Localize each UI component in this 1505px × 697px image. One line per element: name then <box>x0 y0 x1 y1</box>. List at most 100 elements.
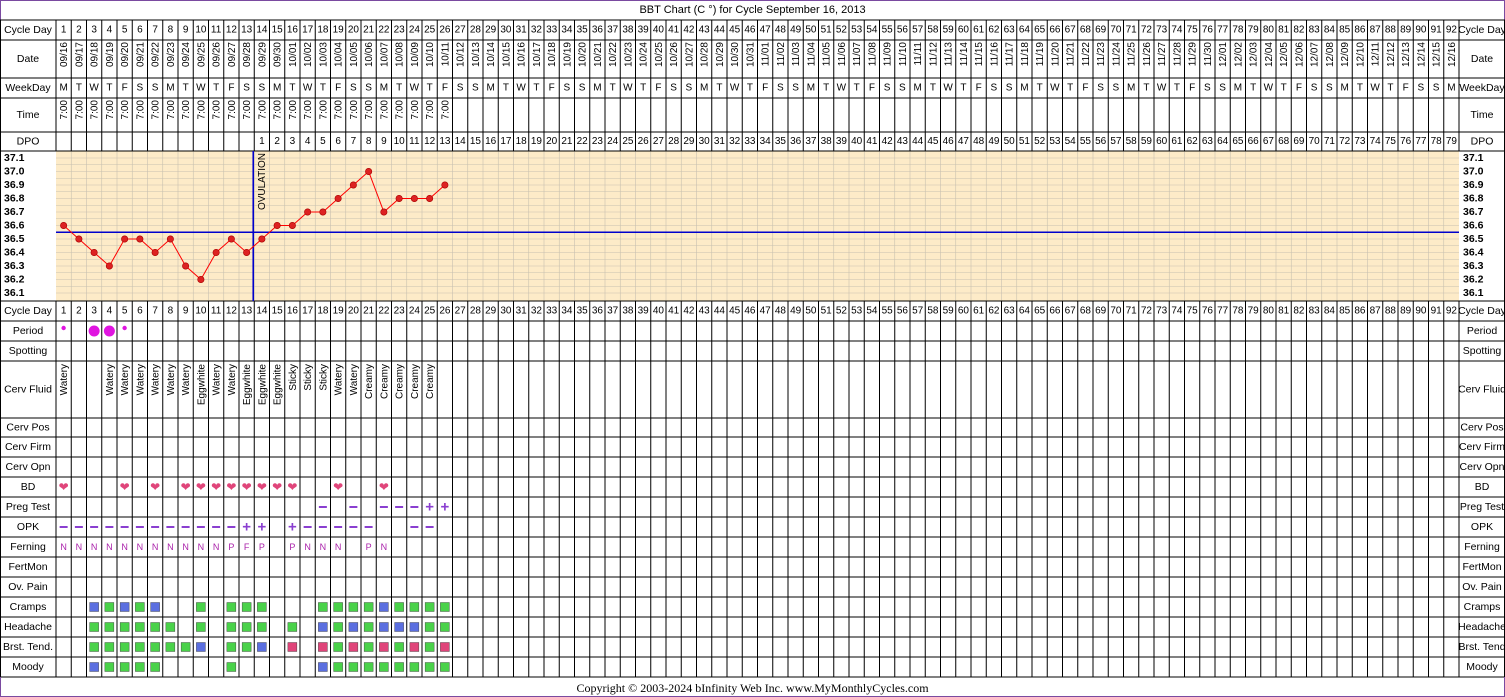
cycle-day-number: 49 <box>790 25 802 36</box>
date-label: 10/31 <box>745 42 756 67</box>
moody-mark <box>150 662 160 672</box>
row-label-right-brst_tend: Brst. Tend <box>1458 641 1505 653</box>
cycle-day-number-bottom: 68 <box>1080 306 1092 317</box>
weekday-letter: M <box>380 83 388 94</box>
breast-tenderness-mark <box>226 642 237 652</box>
dpo-number: 76 <box>1400 136 1412 147</box>
ferning-value: N <box>213 542 220 552</box>
dpo-number: 70 <box>1309 136 1321 147</box>
weekday-letter: T <box>183 83 189 94</box>
date-label: 10/06 <box>364 42 375 67</box>
time-label: 7:00 <box>288 100 299 120</box>
cerv-fluid-value: Eggwhite <box>196 364 207 406</box>
row-label-left-cramps: Cramps <box>10 601 47 613</box>
date-label: 09/26 <box>212 42 223 67</box>
time-label: 7:00 <box>135 100 146 120</box>
date-label: 12/13 <box>1401 42 1412 67</box>
opk-result: + <box>288 519 297 536</box>
cycle-day-number: 34 <box>561 25 573 36</box>
weekday-letter: S <box>350 83 357 94</box>
date-label: 12/09 <box>1340 42 1351 67</box>
dpo-number: 51 <box>1019 136 1031 147</box>
row-label-left-ov_pain: Ov. Pain <box>8 581 48 593</box>
time-label: 7:00 <box>227 100 238 120</box>
row-label-right-ov_pain: Ov. Pain <box>1462 581 1502 593</box>
row-label-left-preg_test: Preg Test <box>6 501 50 513</box>
cycle-day-number-bottom: 21 <box>363 306 375 317</box>
row-label-right-time: Time <box>1471 109 1494 121</box>
date-label: 12/05 <box>1279 42 1290 67</box>
cycle-day-number: 85 <box>1339 25 1351 36</box>
ferning-value: N <box>167 542 174 552</box>
dpo-number: 26 <box>638 136 650 147</box>
dpo-number: 63 <box>1202 136 1214 147</box>
cycle-day-number: 11 <box>211 25 222 36</box>
cramps-mark <box>119 602 130 612</box>
dpo-number: 12 <box>424 136 436 147</box>
headache-mark <box>409 622 420 632</box>
weekday-letter: W <box>623 83 633 94</box>
dpo-number: 71 <box>1324 136 1336 147</box>
cramps-mark <box>89 602 99 612</box>
temperature-point <box>166 235 174 243</box>
headache-mark <box>287 622 298 632</box>
bd-heart-icon: ❤ <box>211 480 221 494</box>
ferning-value: P <box>228 542 234 552</box>
cycle-day-number: 12 <box>226 25 238 36</box>
date-label: 10/23 <box>623 42 634 67</box>
date-label: 12/06 <box>1294 42 1305 67</box>
headache-mark <box>150 622 160 632</box>
date-label: 10/08 <box>395 42 406 67</box>
cycle-day-number: 75 <box>1187 25 1199 36</box>
date-label: 12/01 <box>1218 42 1229 67</box>
time-label: 7:00 <box>59 100 70 120</box>
date-label: 10/16 <box>517 42 528 67</box>
weekday-letter: T <box>427 83 433 94</box>
cycle-day-number: 67 <box>1065 25 1077 36</box>
cycle-day-number-bottom: 65 <box>1034 306 1046 317</box>
breast-tenderness-mark <box>348 642 359 652</box>
cerv-fluid-value: Creamy <box>395 364 406 399</box>
weekday-letter: S <box>243 83 250 94</box>
weekday-letter: F <box>335 83 341 94</box>
weekday-letter: W <box>1157 83 1167 94</box>
date-label: 11/26 <box>1142 42 1153 67</box>
ovulation-label: OVULATION <box>257 153 268 210</box>
y-tick-label-right: 37.0 <box>1463 166 1484 178</box>
date-label: 11/27 <box>1157 42 1168 67</box>
date-label: 10/03 <box>318 42 329 67</box>
cerv-fluid-value: Sticky <box>303 364 314 391</box>
weekday-letter: T <box>396 83 402 94</box>
temperature-point <box>121 235 129 243</box>
date-label: 10/04 <box>334 42 345 67</box>
date-label: 09/30 <box>273 42 284 67</box>
dpo-number: 31 <box>714 136 726 147</box>
ferning-value: N <box>76 542 83 552</box>
cycle-day-number-bottom: 25 <box>424 306 436 317</box>
cycle-day-number: 91 <box>1431 25 1443 36</box>
date-label: 10/28 <box>700 42 711 67</box>
ferning-value: N <box>182 542 189 552</box>
weekday-letter: W <box>410 83 420 94</box>
date-label: 12/04 <box>1264 42 1275 67</box>
y-tick-label-right: 36.2 <box>1463 274 1484 286</box>
date-label: 10/07 <box>379 42 390 67</box>
weekday-letter: T <box>823 83 829 94</box>
weekday-letter: T <box>1250 83 1256 94</box>
cerv-fluid-value: Watery <box>151 364 162 395</box>
row-label-right-cycle_day2: Cycle Day <box>1458 305 1505 317</box>
row-label-left-fertmon: FertMon <box>8 561 47 573</box>
breast-tenderness-mark <box>363 642 374 652</box>
dpo-number: 47 <box>958 136 970 147</box>
date-label: 09/29 <box>257 42 268 67</box>
date-label: 10/14 <box>486 42 497 67</box>
cycle-day-number: 70 <box>1110 25 1122 36</box>
cycle-day-number-bottom: 46 <box>744 306 756 317</box>
cycle-day-number: 31 <box>516 25 528 36</box>
cycle-day-number: 86 <box>1354 25 1366 36</box>
date-label: 12/02 <box>1233 42 1244 67</box>
weekday-letter: S <box>365 83 372 94</box>
weekday-letter: M <box>913 83 921 94</box>
date-label: 09/21 <box>135 42 146 67</box>
moody-mark <box>135 662 145 672</box>
